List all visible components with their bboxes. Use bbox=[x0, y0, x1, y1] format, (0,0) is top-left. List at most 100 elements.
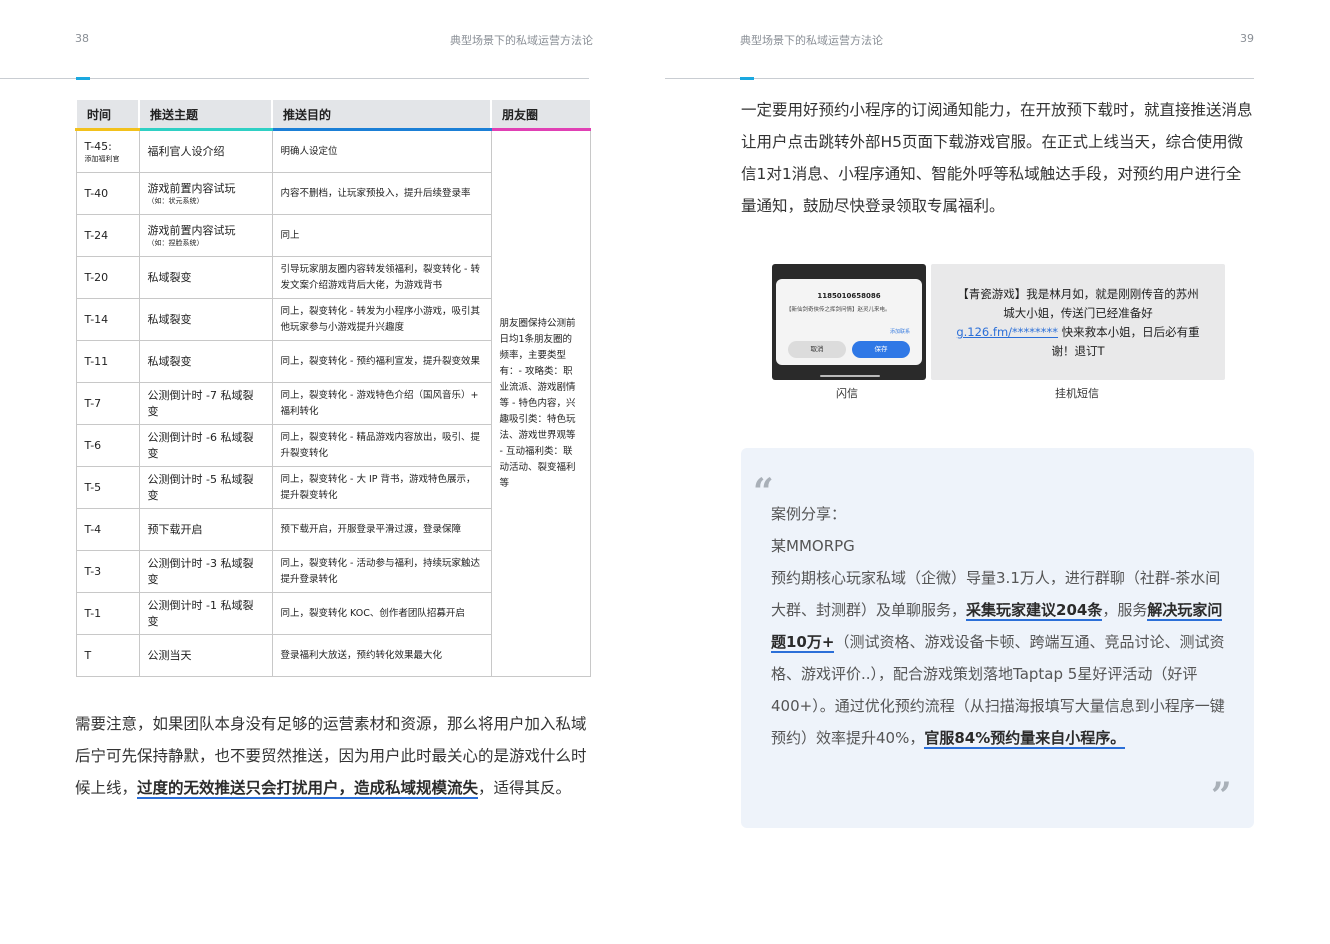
left-page: 38 典型场景下的私域运营方法论 时间 推送主题 推送目的 朋友圈 T-45: 添… bbox=[0, 0, 665, 944]
flash-number: 1185010658086 bbox=[817, 292, 881, 300]
cell-time-text: T-6 bbox=[84, 438, 102, 452]
quote-subtitle: 某MMORPG bbox=[771, 537, 855, 555]
cell-time: T-7 bbox=[75, 382, 140, 425]
cell-time-text: T-45: bbox=[84, 140, 112, 153]
cell-purpose: 同上，裂变转化 - 精品游戏内容放出，吸引、提升裂变转化 bbox=[271, 424, 492, 467]
cell-time: T-1 bbox=[75, 592, 140, 635]
cell-topic-text: 福利官人设介绍 bbox=[147, 144, 225, 158]
cell-topic-text: 公测倒计时 -6 私域裂变 bbox=[147, 430, 254, 460]
cell-topic: 私域裂变 bbox=[138, 256, 273, 299]
quote-highlight-1: 采集玩家建议204条 bbox=[966, 601, 1103, 621]
cell-time: T-3 bbox=[75, 550, 140, 593]
running-title: 典型场景下的私域运营方法论 bbox=[450, 34, 593, 47]
cell-purpose: 引导玩家朋友圈内容转发领福利，裂变转化 - 转发文案介绍游戏背后大佬，为游戏背书 bbox=[271, 256, 492, 299]
col-header-topic: 推送主题 bbox=[138, 100, 272, 131]
sms-text-start: 【青瓷游戏】我是林月如，就是刚刚传音的苏州城大小姐，传送门已经准备好 bbox=[957, 287, 1199, 320]
cell-time-text: T-1 bbox=[84, 606, 102, 620]
quote-title: 案例分享： bbox=[771, 505, 847, 523]
cell-topic-text: 公测倒计时 -3 私域裂变 bbox=[147, 556, 254, 586]
sms-caption: 挂机短信 bbox=[1055, 387, 1099, 400]
intro-paragraph: 一定要用好预约小程序的订阅通知能力，在开放预下载时，就直接推送消息让用户点击跳转… bbox=[741, 101, 1253, 215]
close-quote-icon: ” bbox=[1211, 775, 1232, 817]
sms-screenshot: 【青瓷游戏】我是林月如，就是刚刚传音的苏州城大小姐，传送门已经准备好 g.126.… bbox=[931, 264, 1225, 380]
flash-dialog: 1185010658086 【新仙剑奇侠传之挥剑问情】赵灵儿来电。 添加联系 取… bbox=[776, 279, 922, 365]
flash-add-link: 添加联系 bbox=[889, 329, 910, 335]
cell-time-text: T-40 bbox=[84, 186, 109, 200]
page-number: 39 bbox=[1240, 32, 1254, 45]
running-title: 典型场景下的私域运营方法论 bbox=[740, 34, 883, 47]
cell-topic: 公测当天 bbox=[138, 634, 273, 677]
cell-topic: 游戏前置内容试玩 （如：捏脸系统） bbox=[138, 214, 273, 257]
cell-time: T-14 bbox=[75, 298, 140, 341]
cell-time-text: T-20 bbox=[84, 270, 109, 284]
cell-topic-text: 游戏前置内容试玩 bbox=[147, 224, 236, 237]
flash-caption: 闪信 bbox=[836, 387, 858, 400]
note-paragraph: 需要注意，如果团队本身没有足够的运营素材和资源，那么将用户加入私域后宁可先保持静… bbox=[75, 708, 590, 804]
cell-topic-text: 公测倒计时 -7 私域裂变 bbox=[147, 388, 254, 418]
sms-text: 【青瓷游戏】我是林月如，就是刚刚传音的苏州城大小姐，传送门已经准备好 g.126.… bbox=[953, 285, 1203, 361]
cell-time: T-5 bbox=[75, 466, 140, 509]
cell-time: T-4 bbox=[75, 508, 140, 551]
cell-topic: 公测倒计时 -6 私域裂变 bbox=[138, 424, 273, 467]
table-header-row: 时间 推送主题 推送目的 朋友圈 bbox=[75, 100, 590, 131]
cell-purpose: 同上 bbox=[271, 214, 492, 257]
cell-purpose: 同上，裂变转化 - 大 IP 背书，游戏特色展示，提升裂变转化 bbox=[271, 466, 492, 509]
cell-time-text: T-11 bbox=[84, 354, 109, 368]
cell-time-text: T-3 bbox=[84, 564, 102, 578]
cell-topic-text: 公测倒计时 -5 私域裂变 bbox=[147, 472, 254, 502]
quote-highlight-3: 官服84%预约量来自小程序。 bbox=[924, 729, 1126, 749]
flash-cancel-button[interactable]: 取消 bbox=[788, 341, 846, 358]
flash-save-button[interactable]: 保存 bbox=[852, 341, 910, 358]
cell-topic: 公测倒计时 -3 私域裂变 bbox=[138, 550, 273, 593]
cell-topic: 私域裂变 bbox=[138, 298, 273, 341]
quote-text: 案例分享： 某MMORPG 预约期核心玩家私域（企微）导量3.1万人，进行群聊（… bbox=[771, 498, 1226, 754]
cell-purpose: 登录福利大放送，预约转化效果最大化 bbox=[271, 634, 492, 677]
cell-time: T-6 bbox=[75, 424, 140, 467]
col-header-purpose: 推送目的 bbox=[271, 100, 491, 131]
cell-topic-note: （如：捏脸系统） bbox=[147, 239, 204, 247]
header-accent bbox=[76, 77, 90, 80]
cell-time: T-24 bbox=[75, 214, 140, 257]
cell-time: T-20 bbox=[75, 256, 140, 299]
quote-body-2: ，服务 bbox=[1102, 601, 1148, 619]
cell-purpose: 预下载开启，开服登录平滑过渡，登录保障 bbox=[271, 508, 492, 551]
cell-topic-text: 游戏前置内容试玩 bbox=[147, 182, 236, 195]
case-study-quote: “ 案例分享： 某MMORPG 预约期核心玩家私域（企微）导量3.1万人，进行群… bbox=[741, 448, 1254, 828]
cell-topic-text: 私域裂变 bbox=[147, 354, 192, 368]
note-highlight: 过度的无效推送只会打扰用户，造成私域规模流失 bbox=[137, 779, 479, 799]
cell-time-text: T-24 bbox=[84, 228, 109, 242]
page-number: 38 bbox=[75, 32, 89, 45]
cell-purpose: 同上，裂变转化 - 游戏特色介绍（国风音乐）+ 福利转化 bbox=[271, 382, 492, 425]
cell-purpose: 同上，裂变转化 - 转发为小程序小游戏，吸引其他玩家参与小游戏提升兴趣度 bbox=[271, 298, 492, 341]
cell-topic-text: 预下载开启 bbox=[147, 522, 203, 536]
cell-time-note: 添加福利官 bbox=[84, 155, 120, 163]
cell-topic: 游戏前置内容试玩 （如：状元系统） bbox=[138, 172, 273, 215]
cell-time-text: T-4 bbox=[84, 522, 102, 536]
cell-moments: 朋友圈保持公测前日均1条朋友圈的频率，主要类型有：- 攻略类：职业流派、游戏剧情… bbox=[490, 129, 591, 677]
cell-time-text: T-7 bbox=[84, 396, 102, 410]
cell-time-text: T-5 bbox=[84, 480, 102, 494]
cell-topic-text: 私域裂变 bbox=[147, 270, 192, 284]
cell-time-text: T bbox=[84, 648, 92, 662]
cell-time: T-40 bbox=[75, 172, 140, 215]
cell-time: T bbox=[75, 634, 140, 677]
note-text-end: ，适得其反。 bbox=[478, 779, 572, 797]
cell-topic: 公测倒计时 -5 私域裂变 bbox=[138, 466, 273, 509]
push-schedule-table: 时间 推送主题 推送目的 朋友圈 T-45: 添加福利官 福利官人设介绍 明确人设定位… bbox=[75, 100, 591, 677]
cell-time: T-45: 添加福利官 bbox=[75, 129, 140, 173]
table-row: T-45: 添加福利官 福利官人设介绍 明确人设定位 朋友圈保持公测前日均1条朋友圈的频… bbox=[75, 129, 591, 677]
col-header-moments: 朋友圈 bbox=[490, 100, 590, 131]
quote-body: 预约期核心玩家私域（企微）导量3.1万人，进行群聊（社群-茶水间大群、封测群）及… bbox=[771, 562, 1226, 754]
cell-topic-note: （如：状元系统） bbox=[147, 197, 204, 205]
cell-purpose: 明确人设定位 bbox=[271, 129, 492, 173]
sms-text-end: 快来救本小姐，日后必有重谢！退订T bbox=[1051, 325, 1200, 358]
sms-link[interactable]: g.126.fm/******** bbox=[956, 325, 1058, 339]
cell-topic: 公测倒计时 -7 私域裂变 bbox=[138, 382, 273, 425]
cell-purpose: 同上，裂变转化 - 预约福利宣发，提升裂变效果 bbox=[271, 340, 492, 383]
cell-topic-text: 公测倒计时 -1 私域裂变 bbox=[147, 598, 254, 628]
home-indicator bbox=[820, 375, 880, 377]
cell-purpose: 同上，裂变转化 KOC、创作者团队招募开启 bbox=[271, 592, 492, 635]
cell-topic: 福利官人设介绍 bbox=[138, 129, 273, 173]
cell-topic: 预下载开启 bbox=[138, 508, 273, 551]
cell-topic-text: 私域裂变 bbox=[147, 312, 192, 326]
